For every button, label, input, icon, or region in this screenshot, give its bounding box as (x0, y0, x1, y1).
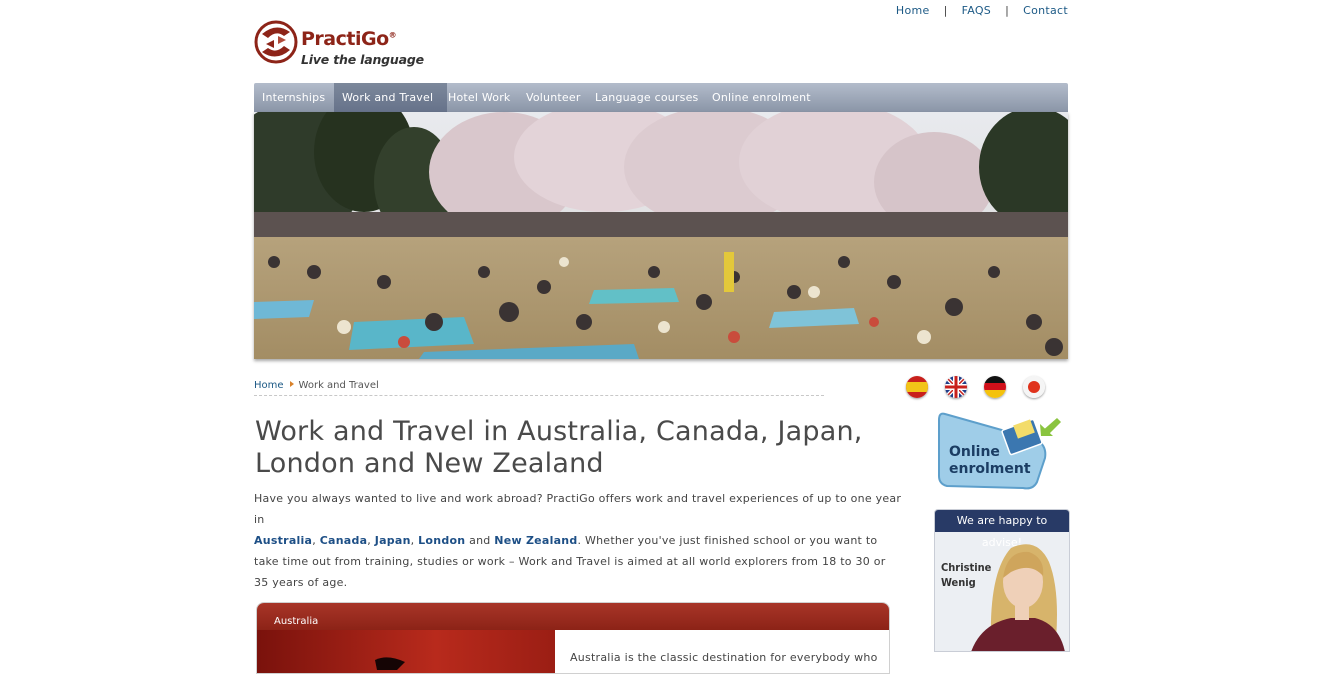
logo-brand: PractiGo® (301, 28, 397, 50)
page-title: Work and Travel in Australia, Canada, Ja… (255, 416, 863, 479)
breadcrumb-current: Work and Travel (298, 380, 379, 391)
main-nav: Internships Work and Travel Hotel Work V… (254, 83, 1068, 112)
top-link-faqs[interactable]: FAQS (962, 4, 992, 17)
advisor-header: We are happy to advise! (935, 510, 1069, 549)
intro-paragraph: Have you always wanted to live and work … (254, 492, 902, 589)
online-enrolment-button[interactable]: Online enrolment (937, 410, 1067, 490)
top-link-contact[interactable]: Contact (1023, 4, 1068, 17)
breadcrumb: Home Work and Travel (254, 380, 379, 391)
enrolment-label: Online enrolment (949, 444, 1031, 477)
german-flag-icon[interactable] (984, 376, 1006, 398)
link-australia[interactable]: Australia (254, 534, 312, 547)
top-links: Home | FAQS | Contact (896, 4, 1068, 17)
card-image (257, 630, 555, 673)
link-canada[interactable]: Canada (320, 534, 368, 547)
top-link-home[interactable]: Home (896, 4, 930, 17)
link-new-zealand[interactable]: New Zealand (494, 534, 577, 547)
nav-language-courses[interactable]: Language courses (595, 83, 698, 112)
advisor-photo (971, 544, 1065, 651)
practigo-logo[interactable]: PractiGo® Live the language (254, 18, 424, 70)
card-title: Australia (257, 603, 889, 630)
link-london[interactable]: London (418, 534, 465, 547)
hero-park-scene (254, 112, 1068, 359)
separator: | (943, 4, 948, 17)
logo-tagline: Live the language (301, 52, 424, 67)
spanish-flag-icon[interactable] (906, 376, 928, 398)
nav-internships[interactable]: Internships (262, 83, 325, 112)
logo-swirl-icon (254, 20, 298, 64)
advisor-box: We are happy to advise! Christine Wenig (934, 509, 1070, 652)
page-wrapper: Home | FAQS | Contact PractiGo® Live the lan… (254, 0, 1070, 674)
divider (254, 395, 824, 396)
nav-work-and-travel[interactable]: Work and Travel (334, 83, 447, 112)
card-text: Australia is the classic destination for… (570, 651, 878, 664)
uk-flag-icon[interactable] (945, 376, 967, 398)
nav-volunteer[interactable]: Volunteer (526, 83, 581, 112)
destination-card-australia[interactable]: Australia Australia is the classic desti… (256, 602, 890, 674)
separator: | (1005, 4, 1010, 17)
hero-image (254, 112, 1068, 359)
breadcrumb-home[interactable]: Home (254, 380, 284, 391)
nav-online-enrolment[interactable]: Online enrolment (712, 83, 811, 112)
japanese-flag-icon[interactable] (1023, 376, 1045, 398)
nav-hotel-work[interactable]: Hotel Work (448, 83, 511, 112)
breadcrumb-arrow-icon (289, 381, 294, 387)
link-japan[interactable]: Japan (375, 534, 411, 547)
